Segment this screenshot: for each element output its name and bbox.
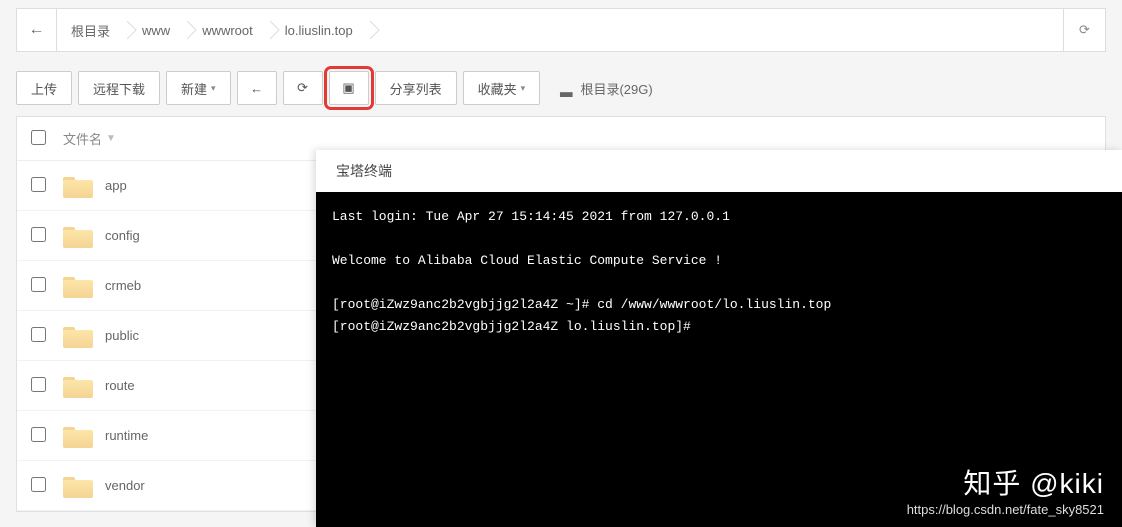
folder-icon (63, 173, 95, 199)
file-name: route (105, 378, 135, 393)
disk-info: ▂ 根目录(29G) (560, 78, 653, 98)
caret-down-icon: ▾ (211, 83, 216, 94)
file-name: crmeb (105, 278, 141, 293)
breadcrumb-item-www[interactable]: www (128, 9, 188, 51)
folder-icon (63, 473, 95, 499)
file-name: config (105, 228, 140, 243)
share-list-button[interactable]: 分享列表 (375, 71, 457, 105)
row-checkbox[interactable] (31, 227, 46, 242)
row-checkbox[interactable] (31, 277, 46, 292)
row-checkbox[interactable] (31, 377, 46, 392)
row-checkbox[interactable] (31, 327, 46, 342)
watermark-title: 知乎 @kiki (907, 462, 1104, 502)
terminal-button[interactable]: ▣ (329, 71, 369, 105)
file-name: app (105, 178, 127, 193)
folder-icon (63, 273, 95, 299)
watermark: 知乎 @kiki https://blog.csdn.net/fate_sky8… (907, 462, 1104, 517)
col-filename[interactable]: 文件名 ▼ (63, 129, 116, 148)
watermark-url: https://blog.csdn.net/fate_sky8521 (907, 502, 1104, 517)
refresh-icon: ⟳ (297, 80, 308, 96)
disk-icon: ▂ (560, 78, 572, 98)
refresh-button[interactable]: ⟳ (283, 71, 323, 105)
breadcrumb-item-site[interactable]: lo.liuslin.top (271, 9, 371, 51)
upload-button[interactable]: 上传 (16, 71, 72, 105)
row-checkbox[interactable] (31, 177, 46, 192)
favorites-button[interactable]: 收藏夹▾ (463, 71, 541, 105)
refresh-icon: ⟳ (1079, 22, 1090, 38)
nav-back-button[interactable]: ← (237, 71, 277, 105)
breadcrumb-item-wwwroot[interactable]: wwwroot (188, 9, 271, 51)
breadcrumb-refresh-button[interactable]: ⟳ (1063, 9, 1105, 51)
select-all-checkbox[interactable] (31, 130, 46, 145)
caret-down-icon: ▾ (521, 83, 526, 94)
arrow-left-icon: ← (250, 81, 263, 96)
folder-icon (63, 423, 95, 449)
sort-icon: ▼ (106, 133, 116, 144)
row-checkbox[interactable] (31, 477, 46, 492)
toolbar: 上传 远程下载 新建▾ ← ⟳ ▣ 分享列表 收藏夹▾ ▂ 根目录(29G) (0, 60, 1122, 116)
disk-label: 根目录(29G) (580, 79, 652, 98)
breadcrumb-back-button[interactable]: ← (17, 9, 57, 51)
file-name: runtime (105, 428, 148, 443)
folder-icon (63, 323, 95, 349)
breadcrumb-item-root[interactable]: 根目录 (57, 9, 128, 51)
file-name: vendor (105, 478, 145, 493)
terminal-icon: ▣ (342, 80, 354, 96)
row-checkbox[interactable] (31, 427, 46, 442)
remote-download-button[interactable]: 远程下载 (78, 71, 160, 105)
folder-icon (63, 373, 95, 399)
file-name: public (105, 328, 139, 343)
folder-icon (63, 223, 95, 249)
new-button[interactable]: 新建▾ (166, 71, 231, 105)
breadcrumb-bar: ← 根目录 www wwwroot lo.liuslin.top ⟳ (16, 8, 1106, 52)
terminal-title: 宝塔终端 (316, 150, 1122, 192)
